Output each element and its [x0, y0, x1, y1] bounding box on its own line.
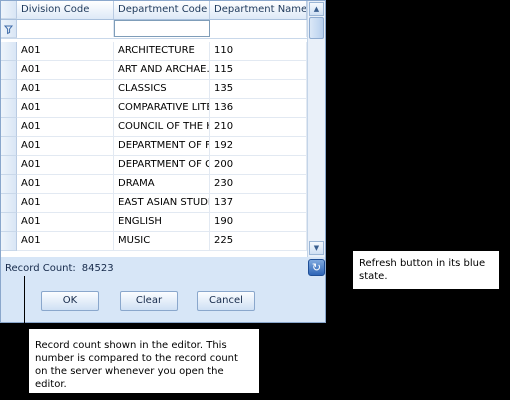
cell-department-code: CLASSICS: [114, 80, 210, 98]
cell-division-code: A01: [17, 213, 114, 231]
row-indicator[interactable]: [1, 80, 17, 99]
column-header-division-code[interactable]: Division Code: [17, 1, 114, 19]
row-indicator[interactable]: [1, 42, 17, 61]
table-row[interactable]: A01 MUSIC 225: [1, 232, 307, 251]
data-grid: Division Code Department Code Department…: [1, 1, 325, 257]
table-row[interactable]: A01 COMPARATIVE LITE 136: [1, 99, 307, 118]
refresh-callout: Refresh button in its blue state.: [352, 250, 500, 290]
row-indicator[interactable]: [1, 232, 17, 251]
table-row[interactable]: A01 ENGLISH 190: [1, 213, 307, 232]
ok-button[interactable]: OK: [41, 291, 99, 311]
cell-department-code: EAST ASIAN STUDI: [114, 194, 210, 212]
row-indicator[interactable]: [1, 213, 17, 232]
cell-department-code: ENGLISH: [114, 213, 210, 231]
cell-division-code: A01: [17, 99, 114, 117]
cell-department-code: COUNCIL OF THE H: [114, 118, 210, 136]
record-count-status: Record Count: 84523: [5, 262, 114, 276]
table-row[interactable]: A01 DEPARTMENT OF GE 200: [1, 156, 307, 175]
cell-department-code: DEPARTMENT OF FR: [114, 137, 210, 155]
table-row[interactable]: A01 EAST ASIAN STUDI 137: [1, 194, 307, 213]
filter-row-indicator[interactable]: [1, 20, 17, 38]
row-indicator[interactable]: [1, 99, 17, 118]
table-row[interactable]: A01 ARCHITECTURE 110: [1, 42, 307, 61]
cell-division-code: A01: [17, 137, 114, 155]
cell-department-name: 190: [210, 213, 307, 231]
cell-division-code: A01: [17, 175, 114, 193]
cell-department-code: DRAMA: [114, 175, 210, 193]
record-count-value: 84523: [81, 263, 114, 274]
refresh-icon: ↻: [311, 261, 322, 274]
record-count-callout: Record count shown in the editor. This n…: [28, 328, 260, 394]
row-indicator[interactable]: [1, 194, 17, 213]
screenshot-stage: Division Code Department Code Department…: [0, 0, 510, 400]
chevron-down-icon[interactable]: ▼: [309, 241, 324, 255]
cell-department-name: 225: [210, 232, 307, 250]
cell-division-code: A01: [17, 156, 114, 174]
cell-department-name: 210: [210, 118, 307, 136]
refresh-button[interactable]: ↻: [308, 259, 325, 276]
table-row[interactable]: A01 DEPARTMENT OF FR 192: [1, 137, 307, 156]
cell-department-name: 135: [210, 80, 307, 98]
cell-department-name: 110: [210, 42, 307, 60]
filter-cell-department-code[interactable]: [114, 20, 210, 37]
filter-cell-department-name[interactable]: [210, 20, 307, 37]
scrollbar-thumb[interactable]: [309, 17, 324, 39]
header-indicator: [1, 1, 17, 19]
cell-department-name: 115: [210, 61, 307, 79]
cell-division-code: A01: [17, 232, 114, 250]
filter-row: [1, 20, 307, 39]
filter-cell-division-code[interactable]: [17, 20, 114, 37]
refresh-callout-leader: [326, 266, 352, 267]
table-row[interactable]: A01 COUNCIL OF THE H 210: [1, 118, 307, 137]
cell-department-name: 230: [210, 175, 307, 193]
table-row[interactable]: A01 CLASSICS 135: [1, 80, 307, 99]
row-indicator[interactable]: [1, 156, 17, 175]
chevron-up-icon[interactable]: ▲: [309, 2, 324, 16]
cell-department-name: 192: [210, 137, 307, 155]
cell-department-name: 136: [210, 99, 307, 117]
cell-department-code: DEPARTMENT OF GE: [114, 156, 210, 174]
cancel-button[interactable]: Cancel: [197, 291, 255, 311]
row-indicator[interactable]: [1, 61, 17, 80]
record-count-label: Record Count:: [5, 263, 76, 274]
vertical-scrollbar[interactable]: ▲ ▼: [307, 1, 325, 257]
editor-panel: Division Code Department Code Department…: [0, 0, 326, 323]
column-header-department-code[interactable]: Department Code: [114, 1, 210, 19]
row-indicator[interactable]: [1, 118, 17, 137]
table-row[interactable]: A01 DRAMA 230: [1, 175, 307, 194]
cell-division-code: A01: [17, 80, 114, 98]
column-header-department-name[interactable]: Department Name: [210, 1, 307, 19]
cell-division-code: A01: [17, 118, 114, 136]
cell-division-code: A01: [17, 42, 114, 60]
filter-icon: [3, 25, 14, 35]
clear-button[interactable]: Clear: [120, 291, 178, 311]
cell-division-code: A01: [17, 194, 114, 212]
table-row[interactable]: A01 ART AND ARCHAE... 115: [1, 61, 307, 80]
row-indicator[interactable]: [1, 137, 17, 156]
cell-department-code: ART AND ARCHAE...: [114, 61, 210, 79]
cell-department-name: 200: [210, 156, 307, 174]
cell-department-code: MUSIC: [114, 232, 210, 250]
cell-department-code: ARCHITECTURE: [114, 42, 210, 60]
cell-department-name: 137: [210, 194, 307, 212]
record-count-callout-leader: [24, 276, 25, 336]
row-indicator[interactable]: [1, 175, 17, 194]
grid-header: Division Code Department Code Department…: [1, 1, 307, 20]
cell-department-code: COMPARATIVE LITE: [114, 99, 210, 117]
cell-division-code: A01: [17, 61, 114, 79]
